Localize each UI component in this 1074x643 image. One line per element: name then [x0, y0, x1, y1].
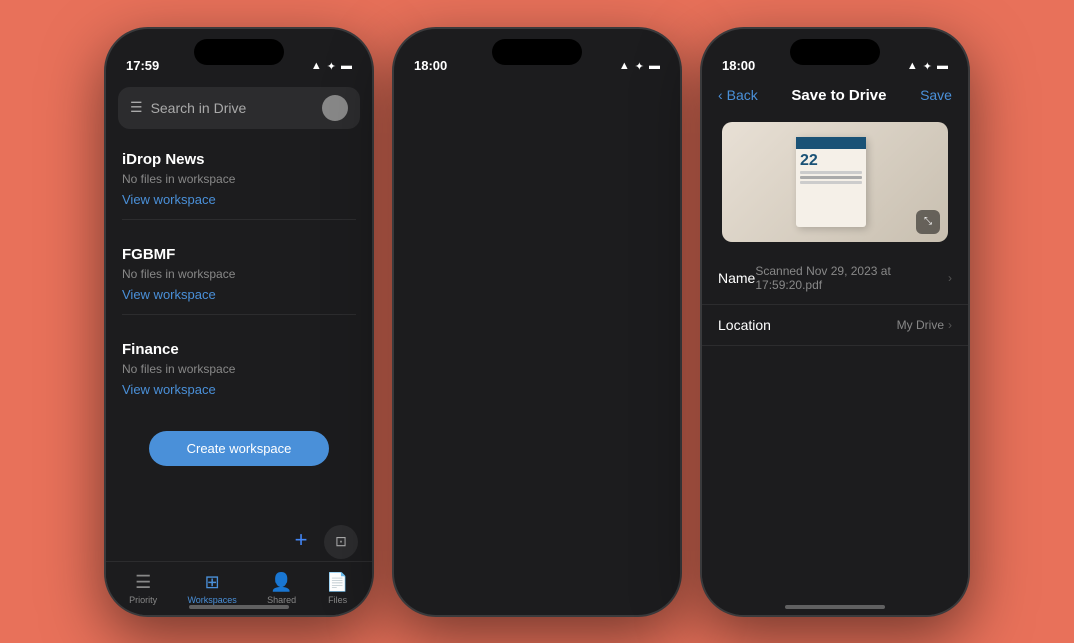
- view-workspace-finance[interactable]: View workspace: [122, 382, 356, 397]
- name-value-container: Scanned Nov 29, 2023 at 17:59:20.pdf ›: [755, 264, 952, 292]
- workspace-subtitle-idrop: No files in workspace: [122, 172, 356, 186]
- nav-files[interactable]: 📄 Files: [326, 572, 348, 605]
- battery-icon-1: ▬: [341, 60, 352, 72]
- expand-arrows-icon: ⤡: [924, 216, 932, 227]
- dynamic-island-3: [790, 39, 880, 65]
- phone1-screen: ☰ Search in Drive iDrop News No files in…: [106, 79, 372, 615]
- nav-workspaces[interactable]: ⊞ Workspaces: [187, 572, 236, 605]
- search-bar[interactable]: ☰ Search in Drive: [118, 87, 360, 129]
- dynamic-island-2: [492, 39, 582, 65]
- nav-files-label: Files: [328, 595, 347, 605]
- status-time-2: 18:00: [414, 58, 447, 73]
- divider-2: [122, 314, 356, 315]
- plus-svg: +: [287, 528, 315, 556]
- priority-icon: ☰: [135, 572, 151, 593]
- preview-doc-thumbnail: 22: [796, 137, 866, 227]
- status-icons-2: ▲ ✦ ▬: [619, 60, 660, 73]
- signal-icon-3: ▲: [907, 60, 918, 72]
- workspace-fgbmf: FGBMF No files in workspace View workspa…: [106, 232, 372, 302]
- phone-1: 17:59 ▲ ✦ ▬ ☰ Search in Drive iDrop News…: [104, 27, 374, 617]
- phone3-screen: ‹ Back Save to Drive Save 22: [702, 79, 968, 615]
- status-icons-1: ▲ ✦ ▬: [311, 60, 352, 73]
- battery-icon-2: ▬: [649, 60, 660, 72]
- status-icons-3: ▲ ✦ ▬: [907, 60, 948, 73]
- location-value-container: My Drive ›: [897, 318, 952, 332]
- battery-icon-3: ▬: [937, 60, 948, 72]
- files-icon: 📄: [326, 572, 348, 593]
- nav-workspaces-label: Workspaces: [187, 595, 236, 605]
- location-row[interactable]: Location My Drive ›: [702, 305, 968, 346]
- signal-icon-1: ▲: [311, 60, 322, 72]
- svg-text:+: +: [295, 528, 308, 552]
- view-workspace-fgbmf[interactable]: View workspace: [122, 287, 356, 302]
- phone-3: 18:00 ▲ ✦ ▬ ‹ Back Save to Drive Save: [700, 27, 970, 617]
- workspace-finance: Finance No files in workspace View works…: [106, 327, 372, 397]
- name-row[interactable]: Name Scanned Nov 29, 2023 at 17:59:20.pd…: [702, 252, 968, 305]
- dynamic-island-1: [194, 39, 284, 65]
- plus-icon[interactable]: +: [284, 525, 318, 559]
- status-time-3: 18:00: [722, 58, 755, 73]
- create-workspace-button[interactable]: Create workspace: [149, 431, 329, 466]
- nav-priority-label: Priority: [129, 595, 157, 605]
- workspace-title-fgbmf: FGBMF: [122, 246, 356, 263]
- workspaces-icon: ⊞: [205, 572, 220, 593]
- search-input-placeholder[interactable]: Search in Drive: [151, 100, 314, 116]
- create-workspace-label: Create workspace: [187, 441, 292, 456]
- wifi-icon-3: ✦: [923, 60, 932, 73]
- preview-content: 22: [722, 122, 948, 242]
- workspace-subtitle-finance: No files in workspace: [122, 362, 356, 376]
- signal-icon-2: ▲: [619, 60, 630, 72]
- back-label: Back: [727, 87, 758, 103]
- nav-shared-label: Shared: [267, 595, 296, 605]
- scan-icon[interactable]: ⊡: [324, 525, 358, 559]
- workspace-title-finance: Finance: [122, 341, 356, 358]
- avatar[interactable]: [322, 95, 348, 121]
- status-time-1: 17:59: [126, 58, 159, 73]
- location-chevron-icon: ›: [948, 318, 952, 332]
- home-indicator-3: [785, 605, 885, 609]
- wifi-icon-1: ✦: [327, 60, 336, 73]
- save-button[interactable]: Save: [920, 87, 952, 103]
- save-header: ‹ Back Save to Drive Save: [702, 79, 968, 112]
- back-button[interactable]: ‹ Back: [718, 87, 758, 103]
- save-title: Save to Drive: [791, 87, 886, 104]
- shared-icon: 👤: [270, 572, 292, 593]
- workspace-subtitle-fgbmf: No files in workspace: [122, 267, 356, 281]
- home-indicator-1: [189, 605, 289, 609]
- nav-priority[interactable]: ☰ Priority: [129, 572, 157, 605]
- divider-1: [122, 219, 356, 220]
- hamburger-icon: ☰: [130, 99, 143, 116]
- back-chevron-icon: ‹: [718, 87, 723, 103]
- location-label: Location: [718, 317, 771, 333]
- scan-glyph: ⊡: [335, 533, 347, 550]
- wifi-icon-2: ✦: [635, 60, 644, 73]
- workspace-idrop: iDrop News No files in workspace View wo…: [106, 137, 372, 207]
- name-value: Scanned Nov 29, 2023 at 17:59:20.pdf: [755, 264, 944, 292]
- name-chevron-icon: ›: [948, 271, 952, 285]
- nav-shared[interactable]: 👤 Shared: [267, 572, 296, 605]
- workspace-title-idrop: iDrop News: [122, 151, 356, 168]
- expand-icon[interactable]: ⤡: [916, 210, 940, 234]
- location-value: My Drive: [897, 318, 944, 332]
- view-workspace-idrop[interactable]: View workspace: [122, 192, 356, 207]
- document-preview-card: 22 ⤡: [722, 122, 948, 242]
- name-label: Name: [718, 270, 755, 286]
- phone-2: 18:00 ▲ ✦ ▬ First Baptist Kingsville 20 …: [392, 27, 682, 617]
